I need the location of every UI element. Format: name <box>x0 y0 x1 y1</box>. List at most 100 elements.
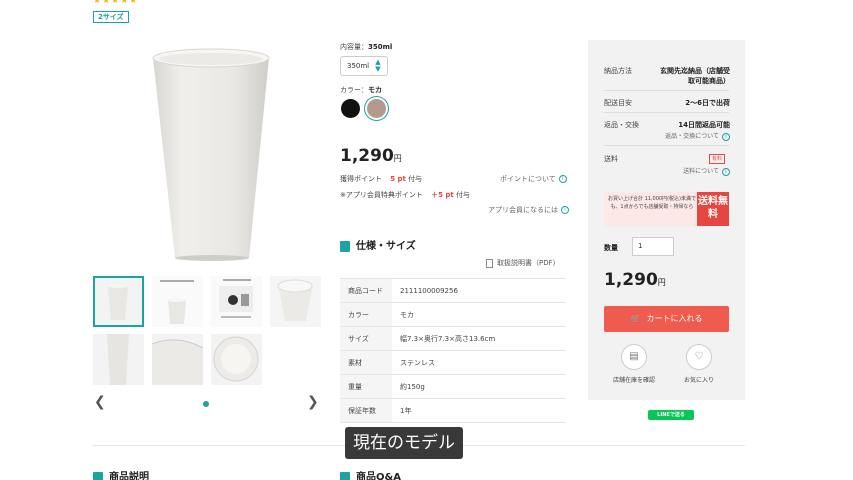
info-icon: i <box>722 167 730 176</box>
free-shipping-banner[interactable]: お買い上げ合計 11,000円(税込)未満でも、1点からでも店舗受取・持帰なら … <box>604 192 729 226</box>
thumbnail-4[interactable] <box>270 276 321 327</box>
panel-price-unit: 円 <box>657 278 666 287</box>
info-icon: i <box>558 175 567 183</box>
banner-free-label: 送料無料 <box>697 192 729 226</box>
manual-link[interactable]: 取扱説明書（PDF） <box>486 258 560 268</box>
cart-button-label: カートに入れる <box>646 314 703 323</box>
rating-stars: ★★★★★ <box>93 0 139 6</box>
panel-price-amount: 1,290 <box>604 270 658 290</box>
divider <box>604 112 729 113</box>
color-swatch-black[interactable] <box>341 99 360 118</box>
app-points-label: ※アプリ会員特典ポイント <box>340 191 423 199</box>
return-value: 14日間返品可能 <box>678 121 730 129</box>
delivery-method-value: 玄関先迄納品（店舗受取可能商品） <box>660 67 730 85</box>
spec-key: カラー <box>340 302 392 327</box>
price-amount: 1,290 <box>340 146 394 166</box>
ship-value: 2～6日で出荷 <box>685 99 730 107</box>
thumbnail-6[interactable] <box>152 334 203 385</box>
color-swatch-mocha[interactable] <box>367 99 386 118</box>
spec-section-title: 仕様・サイズ <box>340 237 416 252</box>
cart-icon: 🛒 <box>630 314 641 323</box>
points-info-link[interactable]: ポイントについて i <box>500 174 567 184</box>
color-value: モカ <box>368 86 382 94</box>
main-product-image <box>93 40 328 268</box>
product-description-title: 商品説明 <box>93 468 149 480</box>
spec-icon <box>340 240 350 252</box>
return-info-link[interactable]: 返品・交換について i <box>640 131 730 141</box>
favorite-label[interactable]: お気に入り <box>670 375 728 384</box>
size-select-value: 350ml <box>347 62 370 70</box>
delivery-method-label: 納品方法 <box>604 67 632 75</box>
return-label: 返品・交換 <box>604 121 639 129</box>
carousel-dot[interactable] <box>203 401 209 407</box>
price: 1,290円 <box>340 146 402 166</box>
size-select[interactable]: 350ml ▲ ▼ <box>340 56 388 76</box>
fee-info-text: 送料について <box>683 168 719 175</box>
return-info-text: 返品・交換について <box>665 133 719 140</box>
prev-arrow-icon[interactable]: ❮ <box>94 394 106 410</box>
spec-row: カラー モカ <box>340 302 565 327</box>
capacity-label: 内容量：350ml <box>340 42 392 52</box>
thumbnail-3[interactable] <box>211 276 262 327</box>
select-arrows-icon: ▲ ▼ <box>375 58 381 73</box>
store-stock-icon[interactable]: ▤ <box>621 344 647 370</box>
earn-points-value: 5 pt <box>390 175 406 183</box>
qty-label: 数量 <box>604 244 618 252</box>
spec-key: 商品コード <box>340 278 392 303</box>
earn-points-label: 獲得ポイント <box>340 175 382 183</box>
spec-row: 保証年数 1年 <box>340 398 565 423</box>
thumbnail-1[interactable] <box>93 276 144 327</box>
app-member-link[interactable]: アプリ会員になるには i <box>488 205 569 215</box>
spec-key: 素材 <box>340 350 392 375</box>
banner-text: お買い上げ合計 11,000円(税込)未満でも、1点からでも店舗受取・持帰なら <box>608 196 696 210</box>
fee-info-link[interactable]: 送料について i <box>640 166 730 176</box>
panel-price: 1,290円 <box>604 270 666 290</box>
spec-value: 2111100009256 <box>392 278 565 303</box>
document-icon <box>486 258 493 268</box>
manual-text: 取扱説明書（PDF） <box>497 259 560 267</box>
desc-title-text: 商品説明 <box>109 472 149 480</box>
spec-value: ステンレス <box>392 350 565 375</box>
spec-value: モカ <box>392 302 565 327</box>
divider <box>604 90 729 91</box>
color-label: カラー：モカ <box>340 85 382 95</box>
ship-label: 配送目安 <box>604 99 632 107</box>
qty-input[interactable]: 1 <box>632 237 674 256</box>
line-share-button[interactable]: LINEで送る <box>648 410 694 420</box>
thumbnail-2[interactable] <box>152 276 203 327</box>
capacity-value: 350ml <box>368 43 393 51</box>
spec-row: 素材 ステンレス <box>340 350 565 375</box>
divider <box>604 145 729 146</box>
info-icon: i <box>561 206 569 214</box>
fee-label: 送料 <box>604 155 618 163</box>
spec-table: 商品コード 2111100009256 カラー モカ サイズ 幅7.3×奥行7.3×高さ1… <box>340 278 565 423</box>
spec-key: 保証年数 <box>340 398 392 423</box>
product-qa-title: 商品Q&A <box>340 468 401 480</box>
spec-row: 商品コード 2111100009256 <box>340 278 565 303</box>
spec-value: 1年 <box>392 398 565 423</box>
spec-title-text: 仕様・サイズ <box>356 241 416 252</box>
thumbnail-5[interactable] <box>93 334 144 385</box>
spec-value: 約150g <box>392 374 565 399</box>
info-icon: i <box>722 132 730 141</box>
qa-title-text: 商品Q&A <box>356 472 401 480</box>
size-badge: 2サイズ <box>93 11 129 23</box>
fee-paid-tag: 有料 <box>709 154 726 164</box>
app-points-value: ＋5 pt <box>431 191 454 199</box>
spec-row: サイズ 幅7.3×奥行7.3×高さ13.6cm <box>340 326 565 351</box>
store-stock-label[interactable]: 店舗在庫を確認 <box>604 375 664 384</box>
price-unit: 円 <box>393 154 402 163</box>
thumbnail-7[interactable] <box>211 334 262 385</box>
color-label-text: カラー： <box>340 86 368 94</box>
qa-icon <box>340 471 350 480</box>
app-points: ※アプリ会員特典ポイント ＋5 pt 付与 <box>340 190 470 200</box>
add-to-cart-button[interactable]: 🛒 カートに入れる <box>604 306 729 332</box>
spec-key: 重量 <box>340 374 392 399</box>
spec-key: サイズ <box>340 326 392 351</box>
heart-icon[interactable]: ♡ <box>686 344 712 370</box>
video-caption: 現在のモデル <box>345 427 463 459</box>
earn-points-suffix: 付与 <box>408 175 423 183</box>
description-icon <box>93 471 103 480</box>
spec-row: 重量 約150g <box>340 374 565 399</box>
next-arrow-icon[interactable]: ❯ <box>307 394 319 410</box>
